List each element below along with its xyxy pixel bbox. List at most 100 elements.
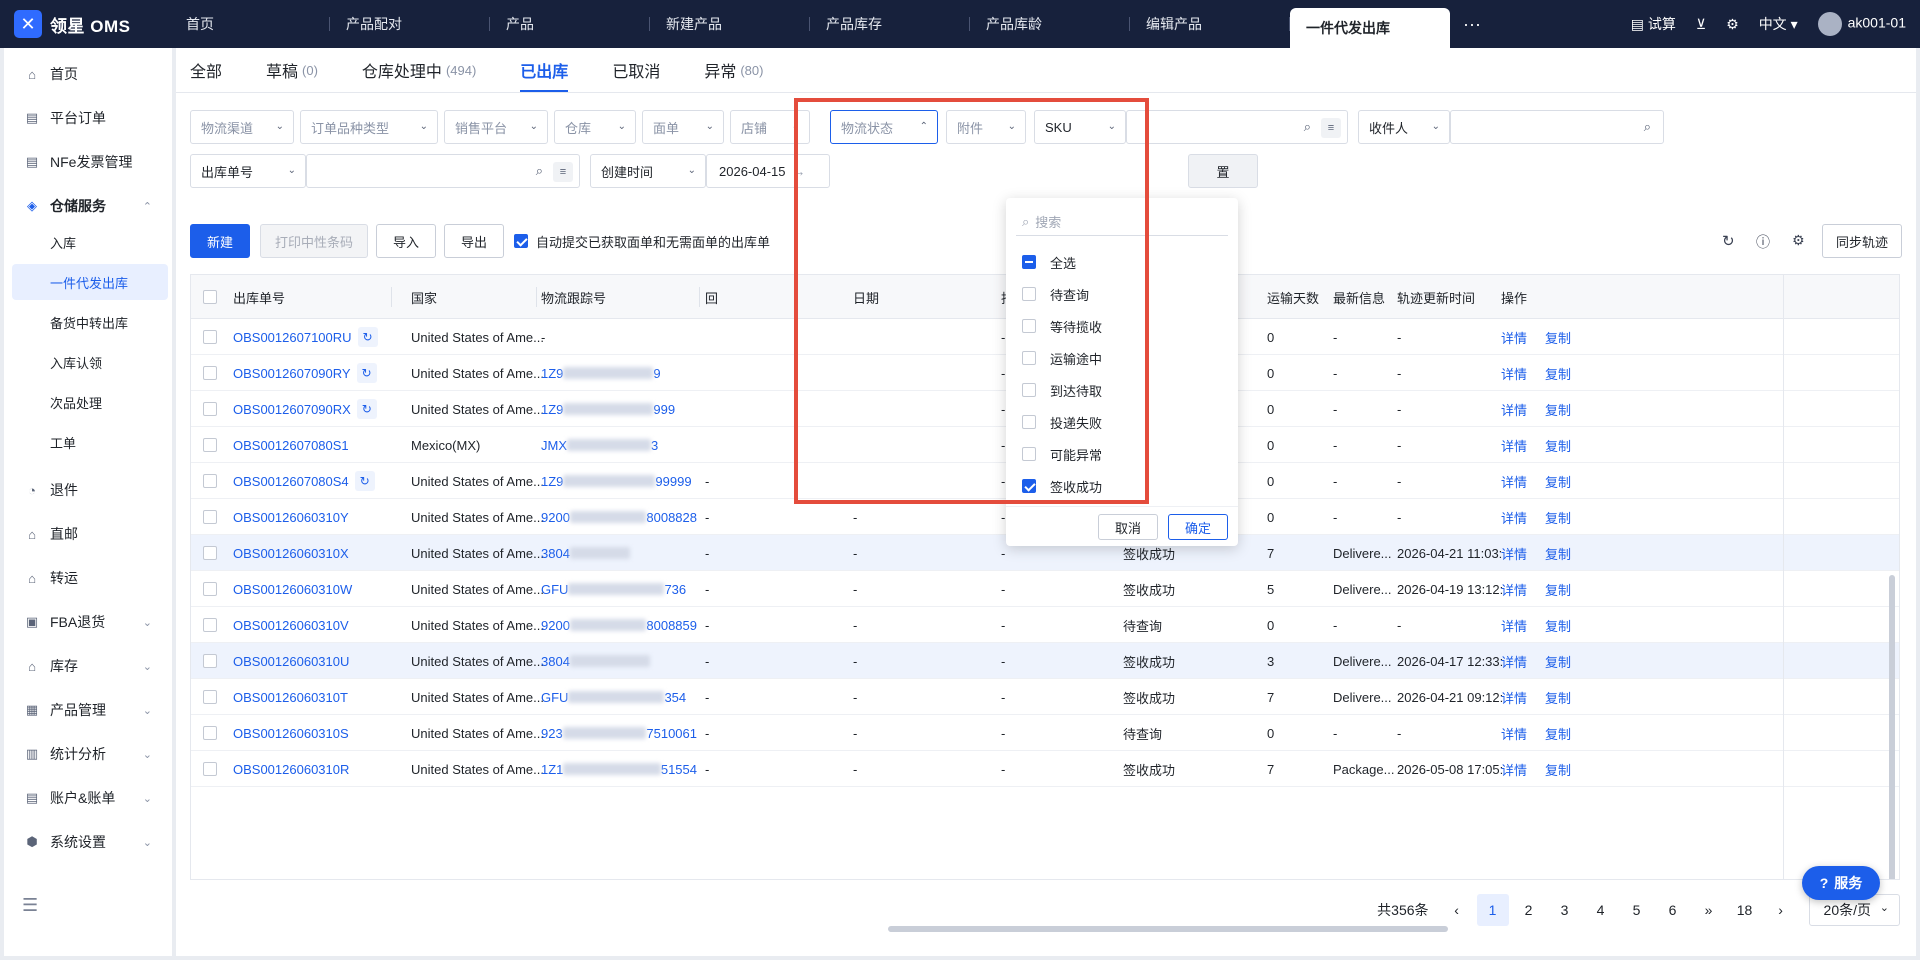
tracking-suffix[interactable]: 8008828 (646, 510, 697, 525)
tab-1[interactable]: 首页 (170, 0, 330, 48)
detail-link[interactable]: 详情 (1501, 364, 1527, 383)
outbound-no-link[interactable]: OBS0012607100RU (233, 330, 352, 345)
receiver-input[interactable]: ⌕ (1450, 110, 1664, 144)
sku-input[interactable]: ⌕ ≡ (1126, 110, 1348, 144)
batch-list-icon[interactable]: ≡ (553, 162, 573, 182)
status-tab-3[interactable]: 仓库处理中 (494) (362, 48, 476, 92)
row-checkbox[interactable] (203, 546, 217, 560)
tracking-suffix[interactable]: 354 (664, 690, 686, 705)
detail-link[interactable]: 详情 (1501, 724, 1527, 743)
row-checkbox[interactable] (203, 438, 217, 452)
sync-icon[interactable]: ↻ (354, 471, 375, 491)
row-checkbox[interactable] (203, 690, 217, 704)
outbound-no-link[interactable]: OBS00126060310Y (233, 510, 349, 525)
sidebar-item-3[interactable]: ▤ NFe发票管理 (4, 144, 172, 180)
status-option-checkbox[interactable] (1022, 447, 1036, 461)
order-type-select[interactable]: 订单品种类型 ⌄ (300, 110, 438, 144)
tab-2[interactable]: 产品配对 (330, 0, 490, 48)
sync-icon[interactable]: ↻ (357, 327, 378, 347)
logistics-status-select[interactable]: 物流状态 ⌃ (830, 110, 938, 144)
tracking-prefix[interactable]: GFU (541, 690, 568, 705)
settings-icon[interactable]: ⚙ (1726, 16, 1739, 33)
warehouse-select[interactable]: 仓库 ⌄ (554, 110, 636, 144)
user-menu[interactable]: ak001-01 (1817, 12, 1906, 36)
outbound-no-link[interactable]: OBS0012607090RX (233, 402, 351, 417)
page-5[interactable]: 5 (1619, 894, 1655, 926)
tracking-prefix[interactable]: 1Z9 (541, 402, 563, 417)
row-checkbox[interactable] (203, 762, 217, 776)
copy-link[interactable]: 复制 (1545, 688, 1571, 707)
row-checkbox[interactable] (203, 330, 217, 344)
tracking-prefix[interactable]: 9200 (541, 510, 570, 525)
copy-link[interactable]: 复制 (1545, 508, 1571, 527)
outbound-no-type-select[interactable]: 出库单号 ⌄ (190, 154, 306, 188)
face-select[interactable]: 面单 ⌄ (642, 110, 724, 144)
sidebar-sub-item-3[interactable]: 备货中转出库 (12, 304, 168, 340)
status-option-checkbox[interactable] (1022, 319, 1036, 333)
tracking-suffix[interactable]: 51554 (661, 762, 697, 777)
sidebar-item-9[interactable]: ⌂ 库存 ⌄ (4, 648, 172, 684)
detail-link[interactable]: 详情 (1501, 472, 1527, 491)
row-checkbox[interactable] (203, 474, 217, 488)
sidebar-item-12[interactable]: ▤ 账户&账单 ⌄ (4, 780, 172, 816)
sync-icon[interactable]: ↻ (356, 363, 377, 383)
detail-link[interactable]: 详情 (1501, 400, 1527, 419)
tracking-prefix[interactable]: - (541, 330, 545, 345)
outbound-no-link[interactable]: OBS0012607090RY (233, 366, 351, 381)
status-option-checkbox[interactable] (1022, 255, 1036, 269)
detail-link[interactable]: 详情 (1501, 544, 1527, 563)
tab-3[interactable]: 产品 (490, 0, 650, 48)
tracking-suffix[interactable]: 7510061 (646, 726, 697, 741)
status-option-checkbox[interactable] (1022, 351, 1036, 365)
copy-link[interactable]: 复制 (1545, 724, 1571, 743)
next-page-icon[interactable]: › (1763, 894, 1799, 926)
copy-link[interactable]: 复制 (1545, 544, 1571, 563)
outbound-no-link[interactable]: OBS00126060310X (233, 546, 349, 561)
tracking-prefix[interactable]: 1Z1 (541, 762, 563, 777)
tracking-suffix[interactable]: 99999 (655, 474, 691, 489)
attachment-select[interactable]: 附件 ⌄ (946, 110, 1026, 144)
jump-forward-icon[interactable]: » (1691, 894, 1727, 926)
detail-link[interactable]: 详情 (1501, 760, 1527, 779)
sidebar-item-5[interactable]: ◔ 退件 (4, 472, 172, 508)
tracking-suffix[interactable]: 736 (664, 582, 686, 597)
refresh-icon[interactable]: ↻ (1722, 232, 1735, 250)
outbound-no-link[interactable]: OBS00126060310R (233, 762, 349, 777)
new-button[interactable]: 新建 (190, 224, 250, 258)
date-range-input[interactable]: 2026-04-15 → (706, 154, 830, 188)
select-all-checkbox[interactable] (203, 290, 217, 304)
sku-type-select[interactable]: SKU ⌄ (1034, 110, 1126, 144)
page-1[interactable]: 1 (1476, 894, 1509, 926)
copy-link[interactable]: 复制 (1545, 400, 1571, 419)
auto-submit-checkbox[interactable] (514, 234, 528, 248)
sidebar-item-1[interactable]: ⌂ 首页 (4, 56, 172, 92)
tracking-prefix[interactable]: JMX (541, 438, 567, 453)
sidebar-item-11[interactable]: ▥ 统计分析 ⌄ (4, 736, 172, 772)
detail-link[interactable]: 详情 (1501, 688, 1527, 707)
tracking-prefix[interactable]: 923 (541, 726, 563, 741)
status-option-8[interactable]: 签收成功 (1022, 470, 1102, 502)
row-checkbox[interactable] (203, 510, 217, 524)
outbound-no-link[interactable]: OBS00126060310U (233, 654, 349, 669)
page-2[interactable]: 2 (1511, 894, 1547, 926)
search-icon[interactable]: ⌕ (1644, 119, 1651, 135)
tab-6[interactable]: 产品库龄 (970, 0, 1130, 48)
status-tab-5[interactable]: 已取消 (612, 48, 660, 92)
reset-button[interactable]: 置 (1188, 154, 1258, 188)
copy-link[interactable]: 复制 (1545, 436, 1571, 455)
status-option-5[interactable]: 到达待取 (1022, 374, 1102, 406)
copy-link[interactable]: 复制 (1545, 616, 1571, 635)
row-checkbox[interactable] (203, 726, 217, 740)
sidebar-item-4[interactable]: ◈ 仓储服务 ⌃ (4, 188, 172, 224)
sidebar-item-10[interactable]: ▦ 产品管理 ⌄ (4, 692, 172, 728)
row-checkbox[interactable] (203, 402, 217, 416)
page-3[interactable]: 3 (1547, 894, 1583, 926)
sidebar-item-8[interactable]: ▣ FBA退货 ⌄ (4, 604, 172, 640)
detail-link[interactable]: 详情 (1501, 328, 1527, 347)
language-select[interactable]: 中文 ▾ (1759, 14, 1798, 34)
popup-search-input[interactable]: ⌕ 搜索 (1016, 208, 1228, 236)
service-button[interactable]: ? 服务 (1802, 866, 1880, 900)
tracking-prefix[interactable]: GFU (541, 582, 568, 597)
status-tab-1[interactable]: 全部 (190, 48, 222, 92)
sidebar-sub-item-4[interactable]: 入库认领 (12, 344, 168, 380)
